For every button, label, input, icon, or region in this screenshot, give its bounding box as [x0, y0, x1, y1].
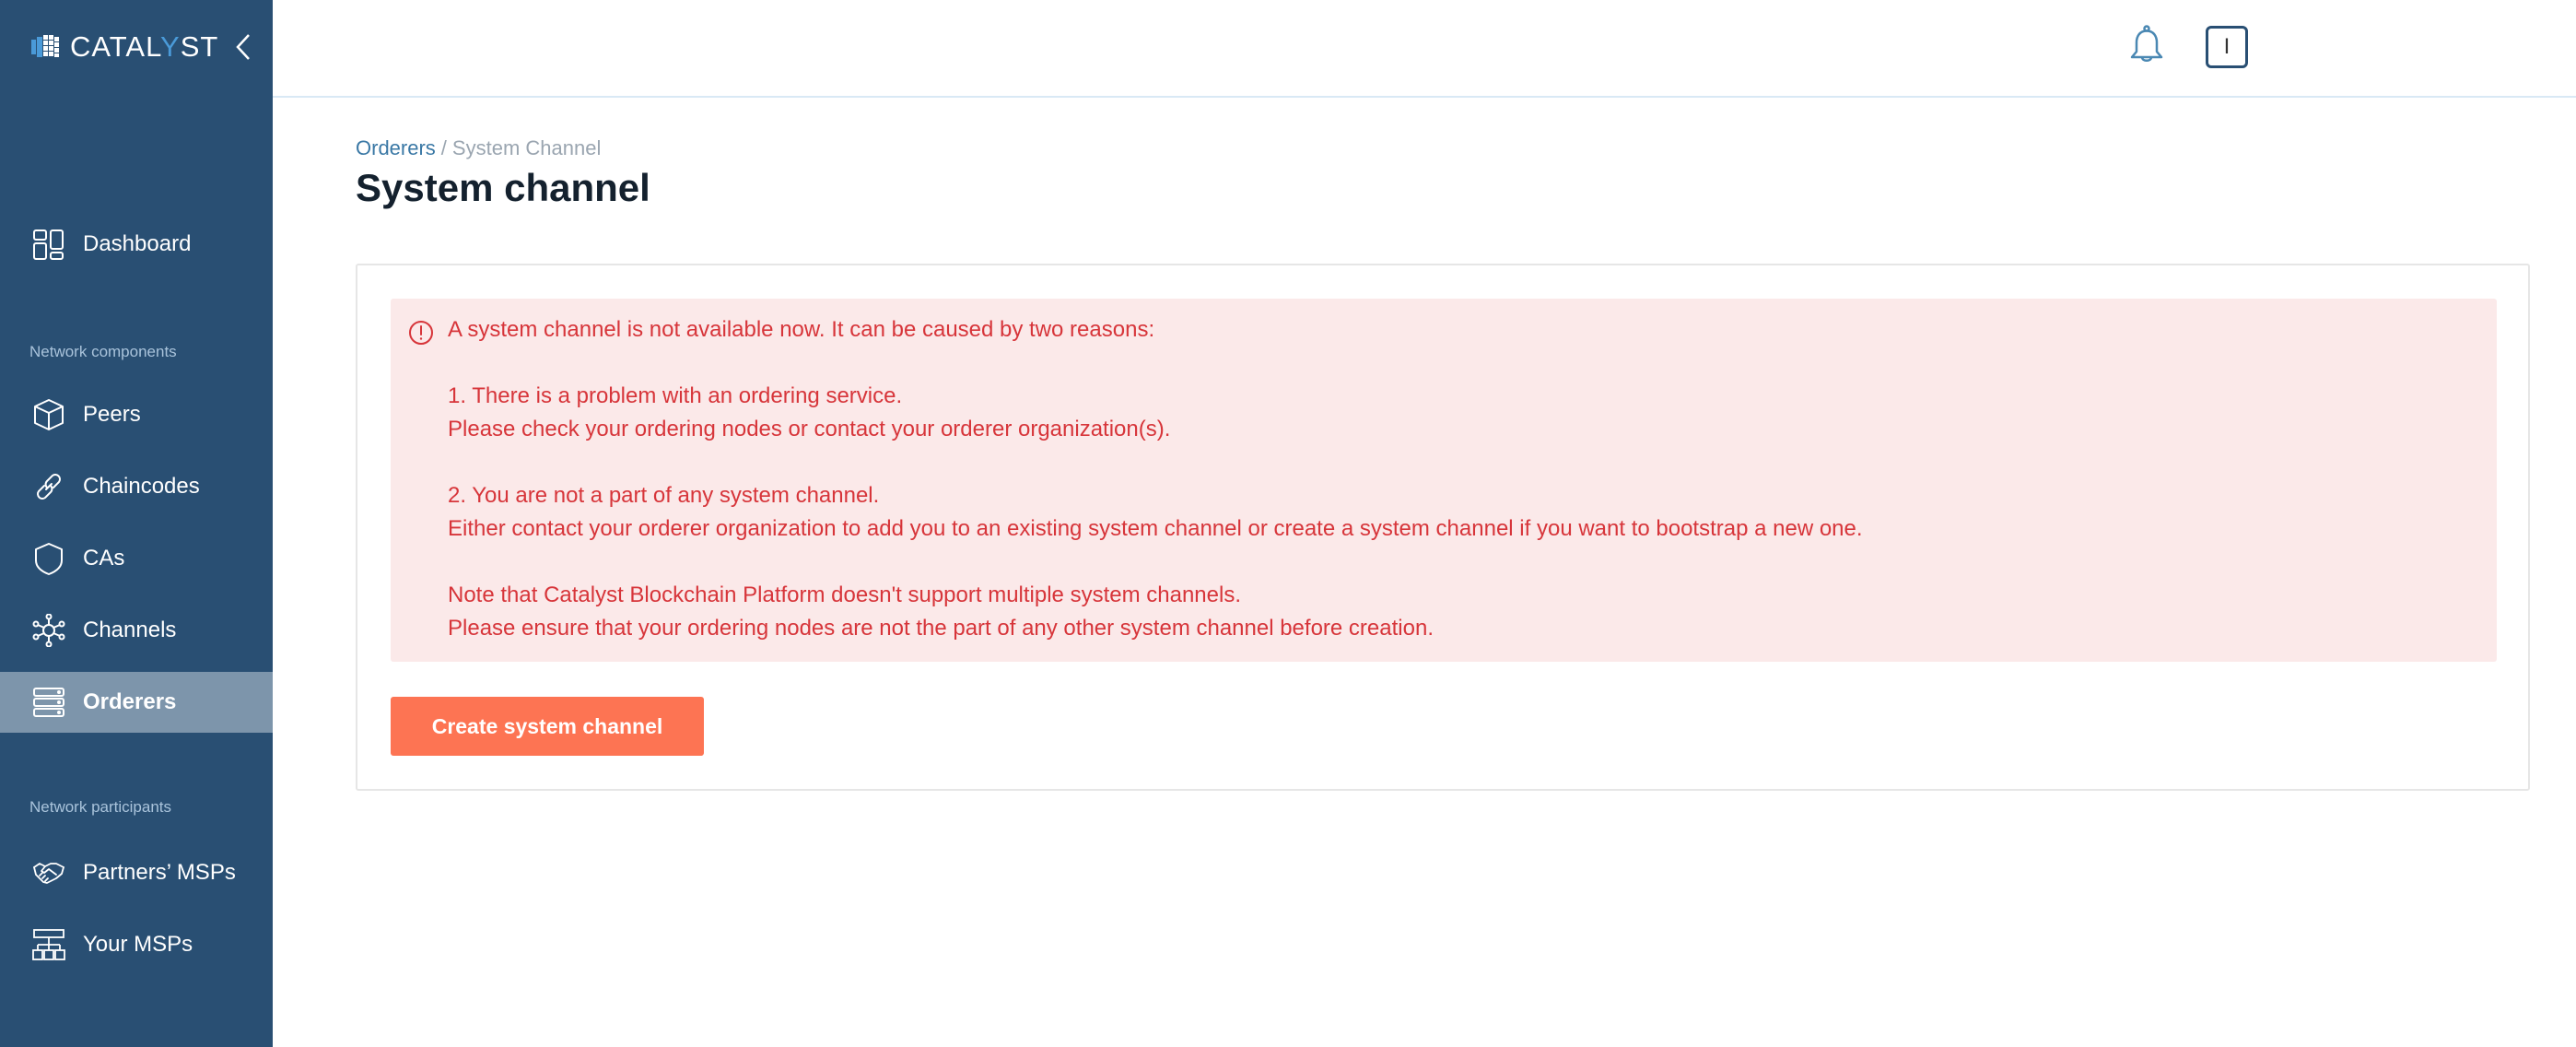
sidebar-item-label: Your MSPs [83, 932, 193, 957]
alert-reason2-title: 2. You are not a part of any system chan… [448, 483, 880, 508]
sidebar-item-label: Peers [83, 402, 141, 427]
shield-icon [31, 541, 66, 576]
sidebar-item-label: Channels [83, 618, 177, 642]
section-label-network-components: Network components [29, 343, 177, 360]
collapse-sidebar-button[interactable] [232, 31, 254, 63]
link-icon [31, 469, 66, 504]
alert-reason1-title: 1. There is a problem with an ordering s… [448, 383, 903, 408]
sidebar-item-label: CAs [83, 546, 125, 571]
sidebar-item-partners-msps[interactable]: Partners’ MSPs [0, 842, 273, 903]
alert-reason1-detail: Please check your ordering nodes or cont… [448, 417, 1171, 441]
breadcrumb: Orderers / System Channel [356, 136, 601, 160]
org-chart-icon [31, 927, 66, 962]
dashboard-icon [31, 227, 66, 262]
chevron-left-icon [236, 34, 250, 60]
alert-note2: Please ensure that your ordering nodes a… [448, 616, 1434, 641]
create-system-channel-button[interactable]: Create system channel [391, 697, 704, 756]
notifications-button[interactable] [2128, 24, 2165, 66]
sidebar-item-dashboard[interactable]: Dashboard [0, 214, 273, 275]
sidebar-item-cas[interactable]: CAs [0, 528, 273, 589]
handshake-icon [31, 855, 66, 890]
bell-icon [2130, 25, 2163, 62]
logo[interactable]: CATALYST [31, 28, 218, 66]
system-channel-card: A system channel is not available now. I… [356, 264, 2530, 791]
sidebar-item-your-msps[interactable]: Your MSPs [0, 914, 273, 975]
sidebar-item-channels[interactable]: Channels [0, 600, 273, 661]
alert-intro: A system channel is not available now. I… [448, 317, 1155, 342]
logo-cube-icon [31, 35, 59, 57]
breadcrumb-current: System Channel [451, 136, 602, 159]
breadcrumb-link-orderers[interactable]: Orderers [356, 136, 436, 159]
sidebar-item-label: Chaincodes [83, 474, 200, 499]
sidebar-item-label: Dashboard [83, 231, 192, 256]
alert-note1: Note that Catalyst Blockchain Platform d… [448, 582, 1241, 607]
sidebar: CATALYST Dashboard Network components Pe… [0, 0, 273, 1047]
alert-message: A system channel is not available now. I… [448, 313, 1863, 645]
section-label-network-participants: Network participants [29, 798, 172, 816]
error-alert: A system channel is not available now. I… [391, 299, 2497, 662]
cube-icon [31, 397, 66, 432]
alert-reason2-detail: Either contact your orderer organization… [448, 516, 1863, 541]
sidebar-item-peers[interactable]: Peers [0, 384, 273, 445]
sidebar-item-orderers[interactable]: Orderers [0, 672, 273, 733]
logo-text: CATALYST [70, 30, 219, 63]
user-avatar-button[interactable]: I [2206, 26, 2248, 68]
breadcrumb-separator: / [440, 136, 447, 159]
sidebar-item-label: Partners’ MSPs [83, 860, 236, 885]
network-icon [31, 613, 66, 648]
server-icon [31, 685, 66, 720]
exclamation-circle-icon [409, 321, 433, 345]
page-title: System channel [356, 166, 650, 209]
sidebar-item-label: Orderers [83, 689, 177, 714]
sidebar-item-chaincodes[interactable]: Chaincodes [0, 456, 273, 517]
